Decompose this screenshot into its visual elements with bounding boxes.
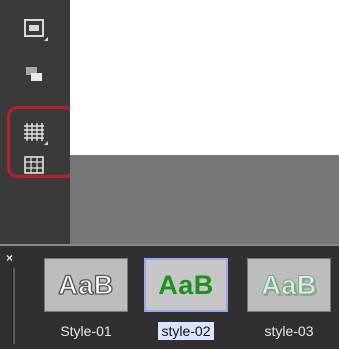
- style-item-style-03[interactable]: AaB style-03: [241, 246, 337, 349]
- style-thumbnail[interactable]: AaB: [247, 258, 331, 312]
- style-preview-text: AaB: [261, 269, 317, 300]
- highlight-frame: [7, 106, 75, 178]
- style-thumbnail[interactable]: AaB: [144, 258, 228, 312]
- vertical-toolbar: [0, 0, 75, 244]
- style-item-style-02[interactable]: AaB style-02: [138, 246, 234, 349]
- timeline-area: [70, 155, 339, 244]
- close-icon[interactable]: ×: [6, 252, 13, 264]
- style-label: style-02: [138, 322, 234, 340]
- style-palette: × AaB Style-01 AaB style-02 AaB style-03: [0, 246, 339, 349]
- style-thumbnail[interactable]: AaB: [44, 258, 128, 312]
- style-item-style-01[interactable]: AaB Style-01: [38, 246, 134, 349]
- overlay-button[interactable]: [14, 56, 54, 92]
- safe-area-button[interactable]: [14, 10, 54, 46]
- safe-area-icon: [24, 19, 44, 37]
- drag-handle[interactable]: [12, 268, 15, 344]
- preview-canvas: [70, 0, 339, 155]
- style-label: Style-01: [60, 323, 112, 339]
- style-label: style-03: [264, 323, 314, 339]
- overlay-icon: [26, 67, 42, 81]
- style-preview-text: AaB: [58, 269, 114, 300]
- style-preview-text: AaB: [158, 269, 214, 300]
- dropdown-corner-icon: [44, 37, 48, 41]
